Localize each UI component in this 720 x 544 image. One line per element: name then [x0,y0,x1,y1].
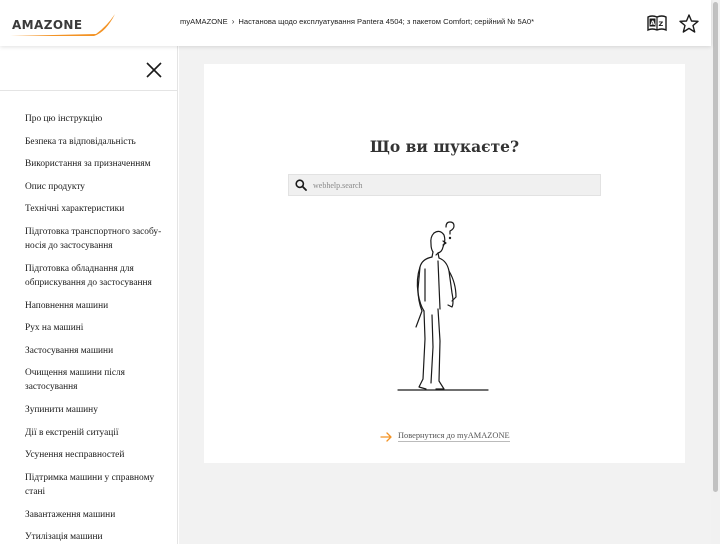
arrow-right-icon [380,431,392,442]
sidebar-item[interactable]: Технічні характеристики [25,202,175,216]
main-content: Що ви шукаєте? webhelp.search Повернутис… [179,46,711,544]
sidebar-item[interactable]: Безпека та відповідальність [25,135,175,149]
svg-text:A: A [650,20,655,27]
scrollbar-thumb[interactable] [713,2,718,492]
sidebar-item[interactable]: Усунення несправностей [25,448,175,462]
search-icon[interactable] [289,175,313,195]
sidebar-item[interactable]: Про цю інструкцію [25,112,175,126]
breadcrumb: myAMAZONE › Настанова щодо експлуатуванн… [180,17,534,26]
page-scrollbar[interactable] [711,0,720,544]
breadcrumb-root[interactable]: myAMAZONE [180,17,228,26]
sidebar-item[interactable]: Наповнення машини [25,299,175,313]
close-icon[interactable] [144,60,164,80]
sidebar-item[interactable]: Зупинити машину [25,403,175,417]
sidebar-item[interactable]: Застосування машини [25,344,175,358]
sidebar-item[interactable]: Опис продукту [25,180,175,194]
sidebar-item[interactable]: Дії в екстреній ситуації [25,426,175,440]
page-title: Що ви шукаєте? [369,137,520,156]
sidebar-item[interactable]: Використання за призначенням [25,157,175,171]
back-to-myamazone-link[interactable]: Повернутися до myAMAZONE [380,431,510,442]
search-input[interactable] [313,180,593,190]
sidebar-item[interactable]: Рух на машині [25,321,175,335]
amazone-logo[interactable]: AMAZONE [10,12,116,38]
sidebar-item[interactable]: Утилізація машини [25,530,175,544]
sidebar-item[interactable]: Очищення машини після застосування [25,366,175,394]
breadcrumb-separator: › [231,17,235,26]
svg-text:Z: Z [659,20,664,28]
back-link-label: Повернутися до myAMAZONE [398,431,510,442]
sidebar-item[interactable]: Підтримка машини у справному стані [25,471,175,499]
sidebar-item[interactable]: Завантаження машини [25,508,175,522]
sidebar-item[interactable]: Підготовка транспортного засобу-носія до… [25,225,175,253]
sidebar-item[interactable]: Підготовка обладнання для обприскування … [25,262,175,290]
search-card: Що ви шукаєте? webhelp.search Повернутис… [204,64,685,463]
top-header: AMAZONE myAMAZONE › Настанова щодо експл… [0,0,711,46]
breadcrumb-current: Настанова щодо експлуатування Pantera 45… [238,17,535,26]
logo-text: AMAZONE [12,18,83,32]
sidebar-header [0,46,178,91]
sidebar: Про цю інструкцію Безпека та відповідальн… [0,46,178,544]
star-icon[interactable] [679,13,699,33]
search-box[interactable] [288,174,601,196]
thinking-person-illustration [397,221,489,391]
dictionary-icon[interactable]: A Z [647,13,667,33]
